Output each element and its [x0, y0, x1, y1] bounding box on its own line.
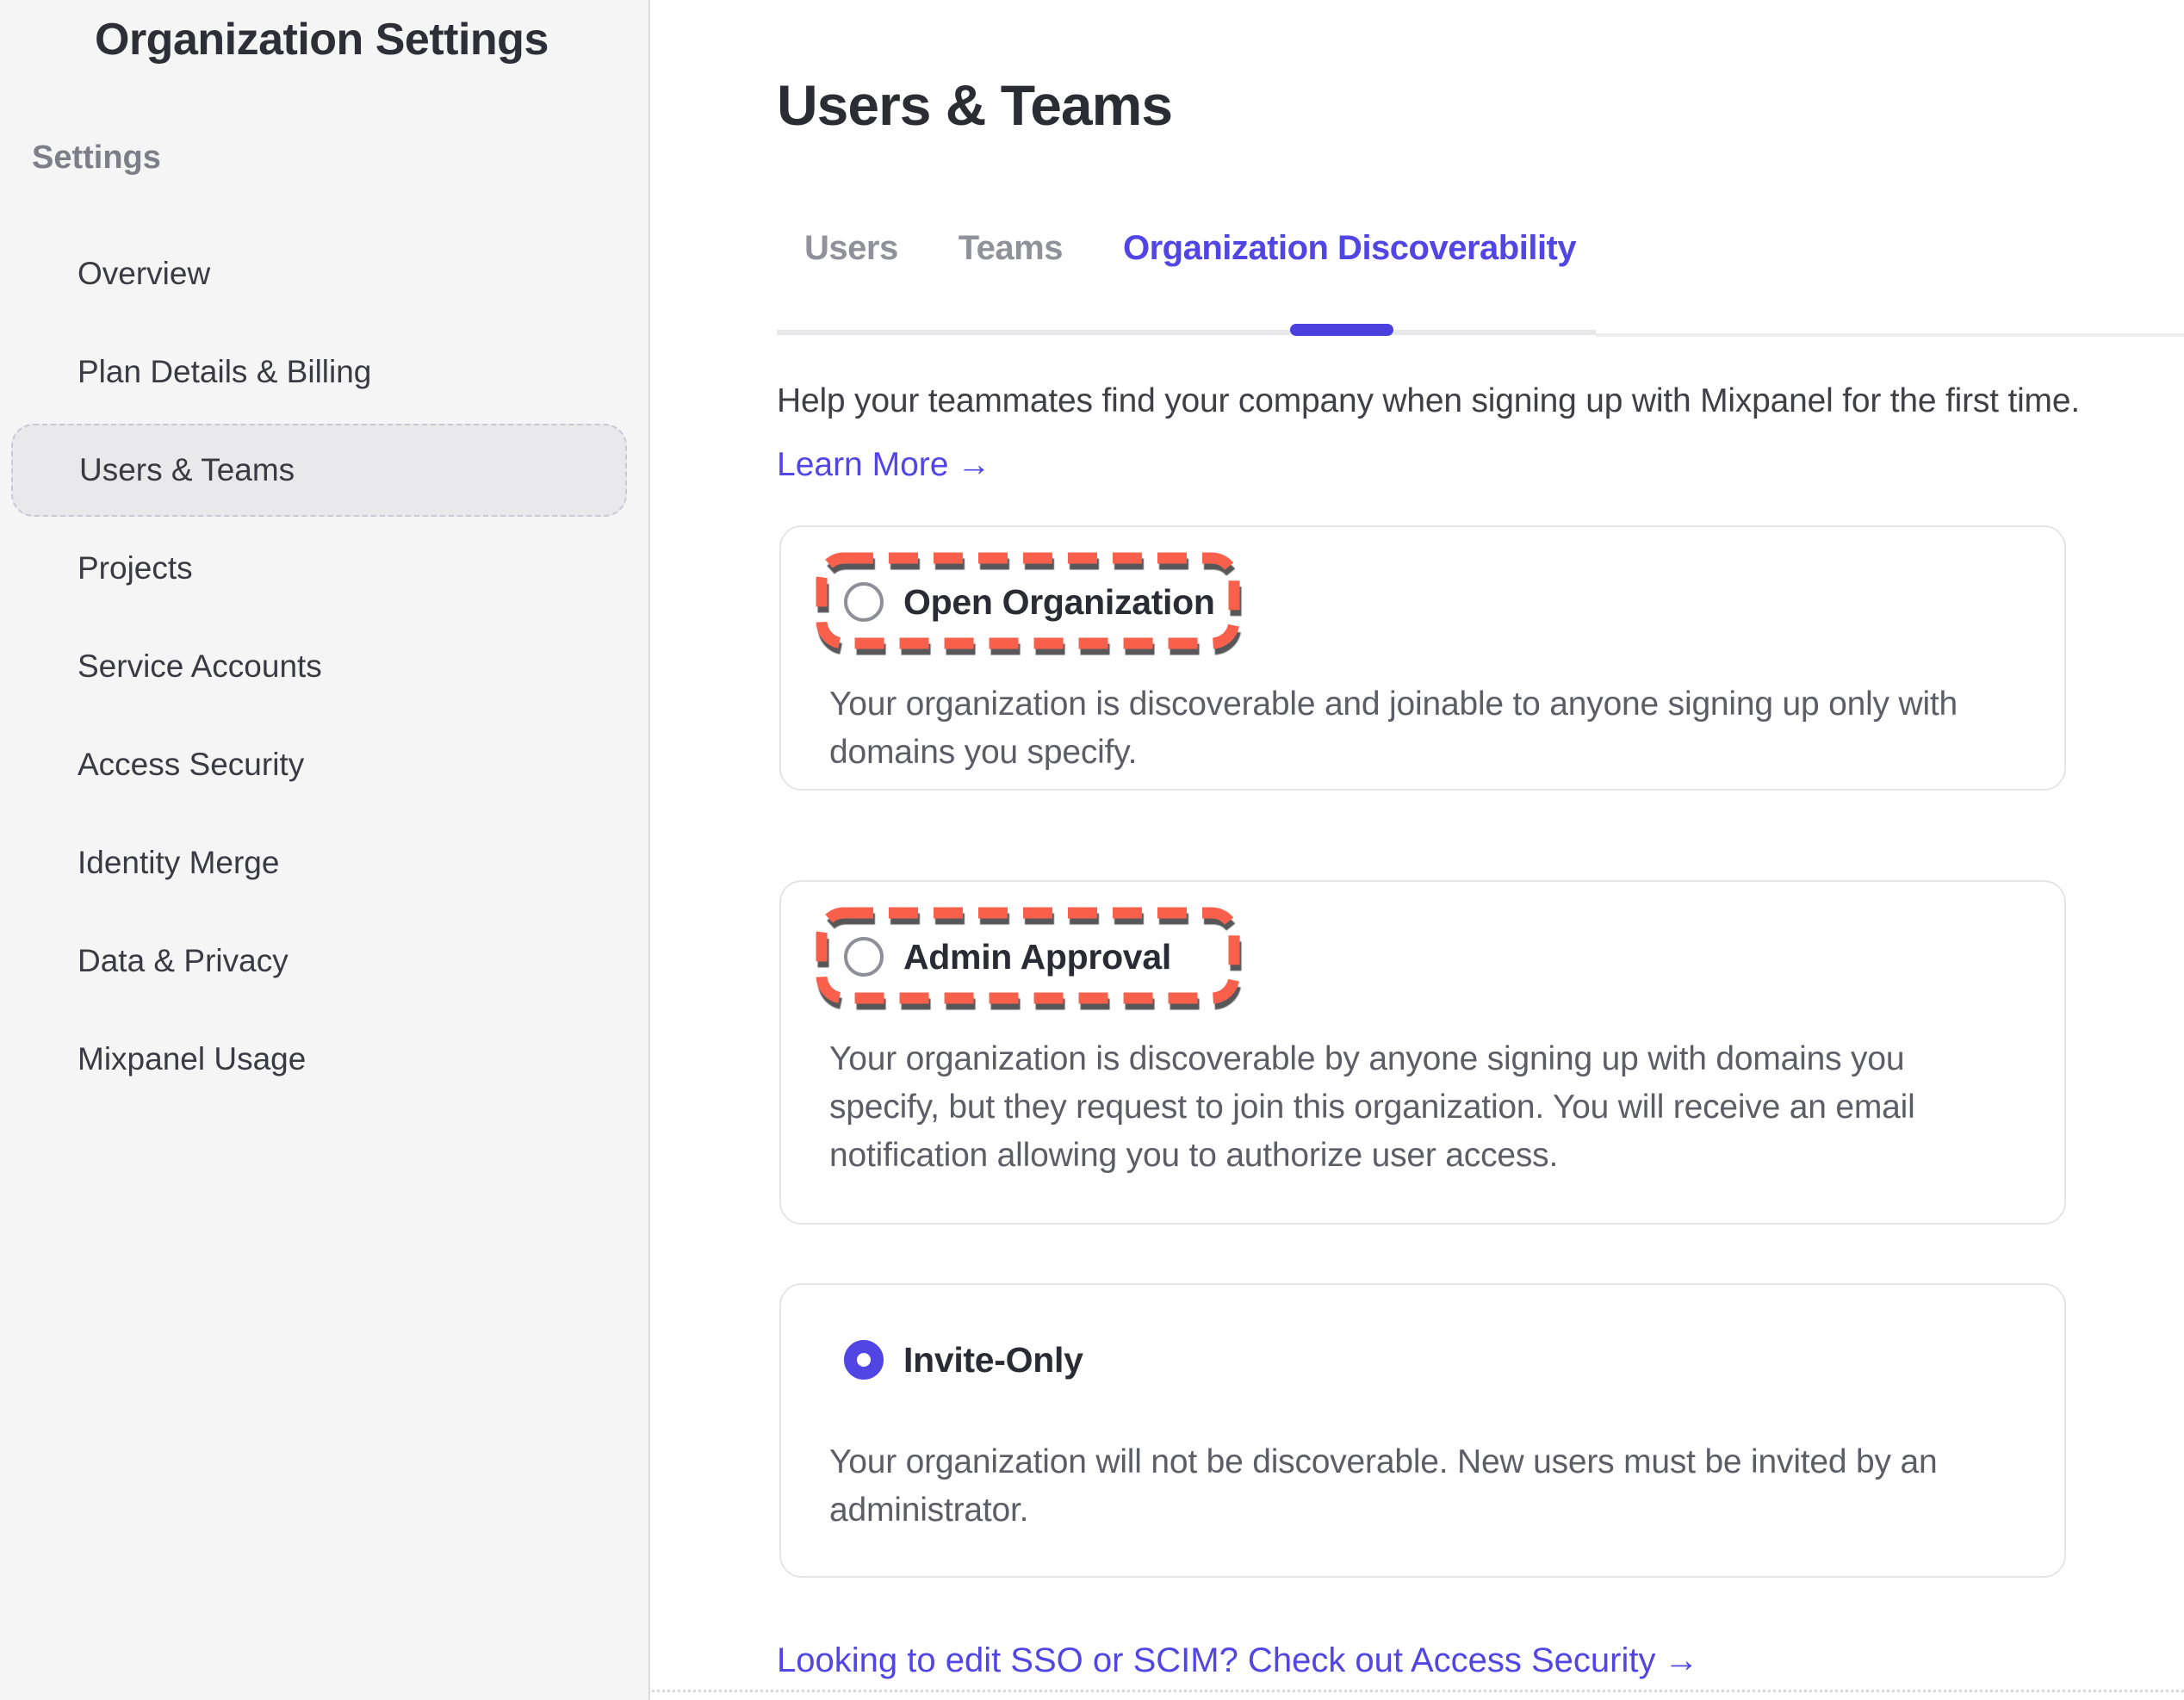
tab-organization-discoverability[interactable]: Organization Discoverability	[1123, 227, 1576, 269]
tabs-track-extension	[1596, 333, 2184, 337]
sidebar-item-label: Mixpanel Usage	[78, 1041, 306, 1077]
sidebar-section-label: Settings	[32, 140, 161, 177]
option-card-invite-only: Invite-Only Your organization will not b…	[779, 1283, 2066, 1578]
sidebar-item-projects[interactable]: Projects	[11, 522, 627, 615]
sidebar-item-data-privacy[interactable]: Data & Privacy	[11, 915, 627, 1008]
option-description: Your organization is discoverable by any…	[829, 1035, 1915, 1180]
sidebar-item-identity-merge[interactable]: Identity Merge	[11, 816, 627, 909]
sidebar-item-label: Users & Teams	[79, 452, 295, 488]
option-label: Invite-Only	[903, 1340, 1083, 1380]
radio-option-admin-approval[interactable]: Admin Approval	[844, 937, 1171, 977]
sidebar-item-label: Service Accounts	[78, 648, 322, 685]
arrow-right-icon: →	[957, 446, 990, 483]
arrow-right-icon: →	[1664, 1641, 1698, 1679]
tabs-track	[777, 330, 1596, 335]
page-title: Users & Teams	[777, 72, 1172, 138]
sidebar-item-label: Access Security	[78, 747, 304, 783]
main-content: Users & Teams Users Teams Organization D…	[652, 0, 2184, 1700]
radio-option-open-organization[interactable]: Open Organization	[844, 582, 1215, 622]
sidebar-item-label: Projects	[78, 550, 193, 586]
option-description: Your organization is discoverable and jo…	[829, 680, 1958, 777]
tab-teams[interactable]: Teams	[959, 227, 1063, 269]
option-card-admin-approval: Admin Approval Your organization is disc…	[779, 880, 2066, 1225]
radio-unselected-icon[interactable]	[844, 582, 884, 622]
sidebar-item-mixpanel-usage[interactable]: Mixpanel Usage	[11, 1013, 627, 1106]
option-card-open-organization: Open Organization Your organization is d…	[779, 525, 2066, 791]
sidebar-item-label: Plan Details & Billing	[78, 354, 371, 390]
sidebar-title: Organization Settings	[95, 14, 549, 65]
option-description: Your organization will not be discoverab…	[829, 1438, 1937, 1535]
footer-link-label: Looking to edit SSO or SCIM? Check out A…	[777, 1641, 1655, 1679]
sidebar-item-label: Data & Privacy	[78, 943, 289, 979]
organization-settings-page: Organization Settings Settings Overview …	[0, 0, 2184, 1700]
sidebar-item-access-security[interactable]: Access Security	[11, 718, 627, 811]
tab-users[interactable]: Users	[804, 227, 898, 269]
footer-access-security-link[interactable]: Looking to edit SSO or SCIM? Check out A…	[777, 1641, 1698, 1680]
sidebar-item-users-teams[interactable]: Users & Teams	[11, 424, 627, 517]
learn-more-link[interactable]: Learn More→	[777, 441, 990, 489]
sidebar-item-label: Overview	[78, 256, 210, 292]
radio-selected-icon[interactable]	[844, 1340, 884, 1380]
option-label: Admin Approval	[903, 937, 1171, 977]
sidebar-item-label: Identity Merge	[78, 845, 279, 881]
option-label: Open Organization	[903, 582, 1215, 623]
tab-bar: Users Teams Organization Discoverability	[804, 227, 1576, 269]
radio-unselected-icon[interactable]	[844, 937, 884, 977]
sidebar-item-plan-details-billing[interactable]: Plan Details & Billing	[11, 326, 627, 419]
tab-active-indicator	[1290, 324, 1393, 336]
sidebar: Organization Settings Settings Overview …	[0, 0, 650, 1700]
sidebar-item-service-accounts[interactable]: Service Accounts	[11, 620, 627, 713]
intro-text: Help your teammates find your company wh…	[777, 377, 2080, 425]
radio-option-invite-only[interactable]: Invite-Only	[844, 1340, 1083, 1380]
learn-more-label: Learn More	[777, 446, 948, 483]
bottom-divider	[652, 1690, 2184, 1692]
sidebar-item-overview[interactable]: Overview	[11, 227, 627, 320]
